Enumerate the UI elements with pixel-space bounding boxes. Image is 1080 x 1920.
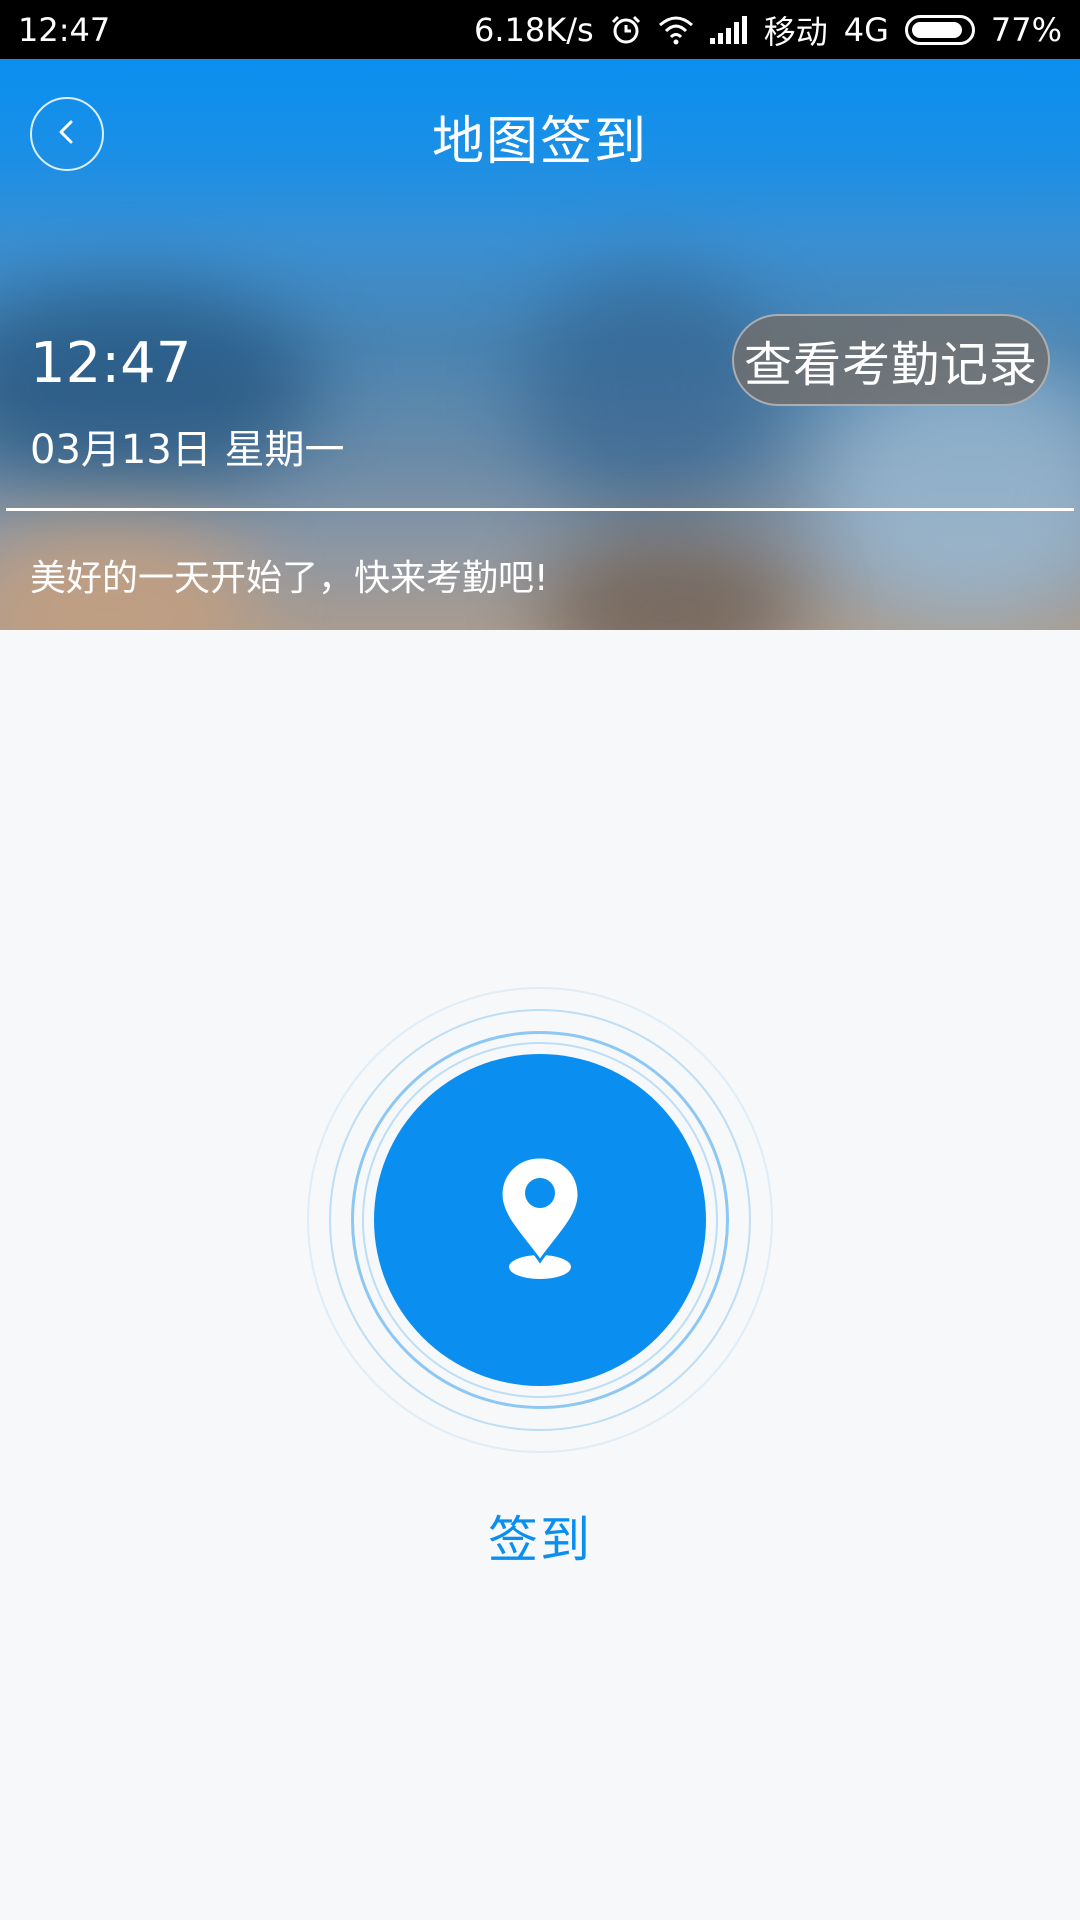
checkin-button[interactable] bbox=[374, 1054, 706, 1386]
network-type: 4G bbox=[843, 10, 889, 49]
divider bbox=[6, 508, 1074, 511]
signal-icon bbox=[709, 15, 748, 44]
motto-text: 美好的一天开始了，快来考勤吧! bbox=[30, 558, 549, 599]
alarm-icon bbox=[610, 14, 642, 46]
status-bar: 12:47 6.18K/s 移动 4G 77% bbox=[0, 0, 1080, 59]
status-right: 6.18K/s 移动 4G 77% bbox=[474, 7, 1062, 53]
carrier-label: 移动 bbox=[763, 12, 828, 51]
current-date: 03月13日 星期一 bbox=[30, 427, 345, 473]
background-blur bbox=[540, 529, 800, 630]
location-pin-icon bbox=[495, 1153, 585, 1287]
page-title: 地图签到 bbox=[431, 112, 648, 172]
background-blur bbox=[520, 269, 780, 509]
status-time: 12:47 bbox=[18, 10, 111, 49]
current-time: 12:47 bbox=[30, 331, 192, 396]
view-attendance-record-button[interactable]: 查看考勤记录 bbox=[732, 314, 1050, 406]
header-banner: 地图签到 12:47 03月13日 星期一 查看考勤记录 美好的一天开始了，快来… bbox=[0, 59, 1080, 630]
battery-percent: 77% bbox=[990, 10, 1062, 49]
battery-icon bbox=[904, 14, 975, 45]
wifi-icon bbox=[658, 15, 694, 45]
checkin-label[interactable]: 签到 bbox=[0, 1500, 1080, 1572]
net-speed: 6.18K/s bbox=[474, 10, 594, 49]
checkin-button-area bbox=[305, 985, 775, 1455]
